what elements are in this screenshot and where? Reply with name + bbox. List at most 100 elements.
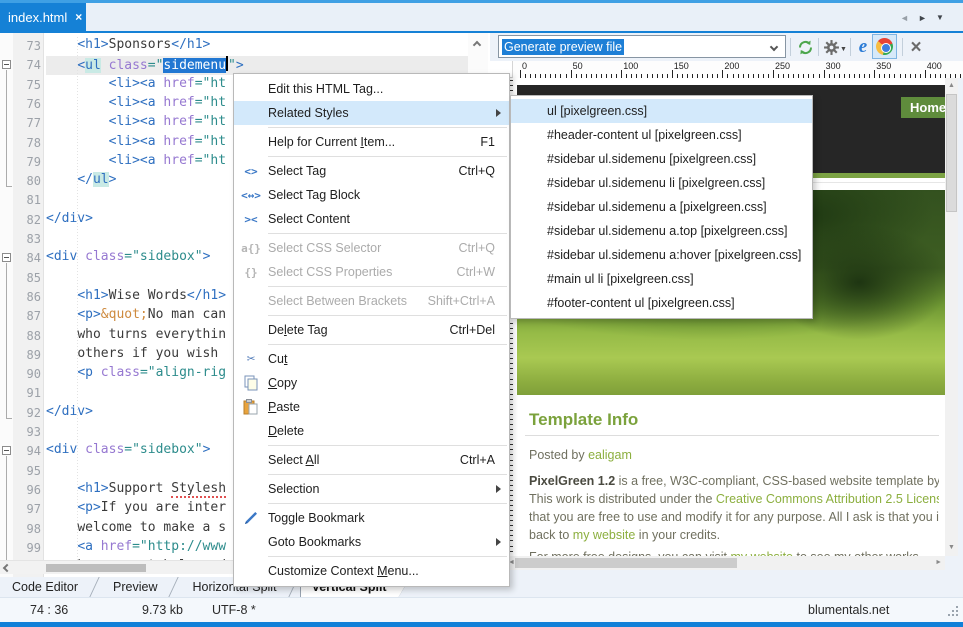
description-line: This work is distributed under the Creat…	[529, 492, 939, 506]
menu-item-copy[interactable]: Copy	[234, 371, 509, 395]
style-item--sidebar-ulsidemenu-a-pixelgreencss-[interactable]: #sidebar ul.sidemenu a [pixelgreen.css]	[511, 195, 812, 219]
line-number: 95	[13, 462, 41, 481]
close-preview-button[interactable]: ×	[905, 36, 927, 58]
menu-item-label: Toggle Bookmark	[268, 511, 509, 525]
view-tab-code-editor[interactable]: Code Editor	[0, 577, 88, 597]
preview-in-ie-button[interactable]: e	[852, 36, 874, 58]
code-line[interactable]: </div>	[46, 404, 93, 423]
menu-item-delete[interactable]: Delete	[234, 419, 509, 443]
preview-scroll-up-icon[interactable]: ▲	[948, 82, 955, 89]
menu-item-cut[interactable]: ✂Cut	[234, 347, 509, 371]
tab-list-icon[interactable]: ▼	[936, 13, 944, 22]
settings-dropdown-icon[interactable]: ▼	[840, 46, 847, 53]
menu-item-selection[interactable]: Selection	[234, 477, 509, 501]
fold-toggle-icon[interactable]	[2, 60, 11, 69]
page-nav-home-link[interactable]: Home	[901, 97, 945, 118]
code-line[interactable]: <p>If you are inter	[46, 500, 226, 519]
menu-item-paste[interactable]: Paste	[234, 395, 509, 419]
menu-item-select-content[interactable]: ><Select Content	[234, 207, 509, 231]
code-line[interactable]: </ul>	[46, 172, 116, 191]
code-line[interactable]: <h1>Sponsors</h1>	[46, 37, 210, 56]
menu-item-label: Selection	[268, 482, 496, 496]
code-line[interactable]: who turns everythin	[46, 327, 226, 346]
code-line[interactable]: <a href="http://www	[46, 539, 226, 558]
posted-by-line: Posted by ealigam	[529, 448, 939, 462]
style-item--sidebar-ulsidemenu-li-pixelgreencss-[interactable]: #sidebar ul.sidemenu li [pixelgreen.css]	[511, 171, 812, 195]
menu-item-select-css-selector[interactable]: a{}Select CSS SelectorCtrl+Q	[234, 236, 509, 260]
tab-scroll-left-icon[interactable]: ◄	[900, 13, 909, 23]
code-line[interactable]: welcome to make a s	[46, 520, 226, 539]
line-number: 92	[13, 404, 41, 423]
menu-item-select-css-properties[interactable]: {}Select CSS PropertiesCtrl+W	[234, 260, 509, 284]
brand-link[interactable]: blumentals.net	[808, 603, 889, 617]
menu-item-select-all[interactable]: Select AllCtrl+A	[234, 448, 509, 472]
style-item--main-ul-li-pixelgreencss-[interactable]: #main ul li [pixelgreen.css]	[511, 267, 812, 291]
menu-item-help-for-current-item[interactable]: Help for Current Item...F1	[234, 130, 509, 154]
css-selector-icon: a{}	[234, 242, 268, 255]
fold-toggle-icon[interactable]	[2, 446, 11, 455]
menu-item-related-styles[interactable]: Related Styles	[234, 101, 509, 125]
code-line[interactable]: <p>&quot;No man can	[46, 307, 226, 326]
preview-file-combobox[interactable]: Generate preview file	[498, 35, 786, 58]
preview-hscroll-thumb[interactable]	[515, 558, 737, 568]
style-item--header-content-ul-pixelgreencss-[interactable]: #header-content ul [pixelgreen.css]	[511, 123, 812, 147]
line-number: 78	[13, 134, 41, 153]
code-line[interactable]: <li><a href="ht	[46, 95, 226, 114]
page-link[interactable]: ealigam	[588, 448, 632, 462]
preview-horizontal-scrollbar[interactable]: ◄ ►	[505, 556, 945, 570]
tab-close-icon[interactable]: ×	[75, 10, 82, 24]
menu-item-customize-context-menu[interactable]: Customize Context Menu...	[234, 559, 509, 583]
code-line[interactable]: </div>	[46, 211, 93, 230]
menu-item-select-tag-block[interactable]: <↔>Select Tag Block	[234, 183, 509, 207]
editor-scroll-up-icon[interactable]	[473, 41, 481, 49]
preview-vertical-scrollbar[interactable]: ▲ ▼	[945, 78, 958, 556]
menu-item-select-tag[interactable]: <>Select TagCtrl+Q	[234, 159, 509, 183]
menu-item-goto-bookmarks[interactable]: Goto Bookmarks	[234, 530, 509, 554]
editor-hscroll-thumb[interactable]	[46, 564, 146, 572]
combobox-dropdown-icon[interactable]	[770, 43, 778, 51]
menu-item-label: Cut	[268, 352, 509, 366]
menu-separator	[268, 474, 507, 475]
preview-in-chrome-button[interactable]	[872, 34, 897, 59]
style-item-ul-pixelgreencss-[interactable]: ul [pixelgreen.css]	[511, 99, 812, 123]
menu-item-delete-tag[interactable]: Delete TagCtrl+Del	[234, 318, 509, 342]
style-item--sidebar-ulsidemenu-a-hover-pixelgreencss-[interactable]: #sidebar ul.sidemenu a:hover [pixelgreen…	[511, 243, 812, 267]
menu-item-edit-this-html-tag[interactable]: Edit this HTML Tag...	[234, 77, 509, 101]
ruler-tick	[520, 70, 521, 78]
code-line[interactable]: <li><a href="ht	[46, 153, 226, 172]
page-link[interactable]: my website	[573, 528, 636, 542]
menu-separator	[268, 127, 507, 128]
fold-toggle-icon[interactable]	[2, 253, 11, 262]
code-line[interactable]: <div class="sidebox">	[46, 249, 210, 268]
copy-icon	[234, 375, 268, 391]
preview-scroll-right-icon[interactable]: ►	[935, 559, 942, 566]
preview-vscroll-thumb[interactable]	[946, 94, 957, 212]
code-line[interactable]: <li><a href="ht	[46, 134, 226, 153]
menu-item-toggle-bookmark[interactable]: Toggle Bookmark	[234, 506, 509, 530]
refresh-preview-button[interactable]	[794, 36, 816, 58]
style-item--sidebar-ulsidemenu-atop-pixelgreencss-[interactable]: #sidebar ul.sidemenu a.top [pixelgreen.c…	[511, 219, 812, 243]
resize-grip[interactable]	[948, 606, 958, 616]
style-item--sidebar-ulsidemenu-pixelgreencss-[interactable]: #sidebar ul.sidemenu [pixelgreen.css]	[511, 147, 812, 171]
code-line[interactable]: <ul class="sidemenu">	[46, 56, 244, 75]
page-link[interactable]: Creative Commons Attribution 2.5 License	[716, 492, 939, 506]
code-line[interactable]: <h1>Wise Words</h1>	[46, 288, 226, 307]
preview-scroll-down-icon[interactable]: ▼	[948, 544, 955, 551]
code-line[interactable]: <li><a href="ht	[46, 114, 226, 133]
code-line[interactable]: <div class="sidebox">	[46, 442, 210, 461]
fold-guide-line	[6, 263, 7, 417]
ruler-tick	[571, 70, 572, 78]
code-line[interactable]: others if you wish	[46, 346, 218, 365]
code-line[interactable]: <li><a href="ht	[46, 76, 226, 95]
menu-item-label: Select CSS Selector	[268, 241, 459, 255]
select-tag-icon: <>	[234, 165, 268, 178]
style-item--footer-content-ul-pixelgreencss-[interactable]: #footer-content ul [pixelgreen.css]	[511, 291, 812, 315]
code-line[interactable]: <h1>Support Stylesh	[46, 481, 226, 500]
preview-settings-button[interactable]	[820, 36, 842, 58]
menu-item-select-between-brackets[interactable]: Select Between BracketsShift+Ctrl+A	[234, 289, 509, 313]
tab-index-html[interactable]: index.html ×	[0, 3, 86, 31]
view-tab-preview[interactable]: Preview	[101, 577, 167, 597]
editor-scroll-left-icon[interactable]	[3, 564, 11, 572]
tab-scroll-right-icon[interactable]: ►	[918, 13, 927, 23]
code-line[interactable]: <p class="align-rig	[46, 365, 226, 384]
